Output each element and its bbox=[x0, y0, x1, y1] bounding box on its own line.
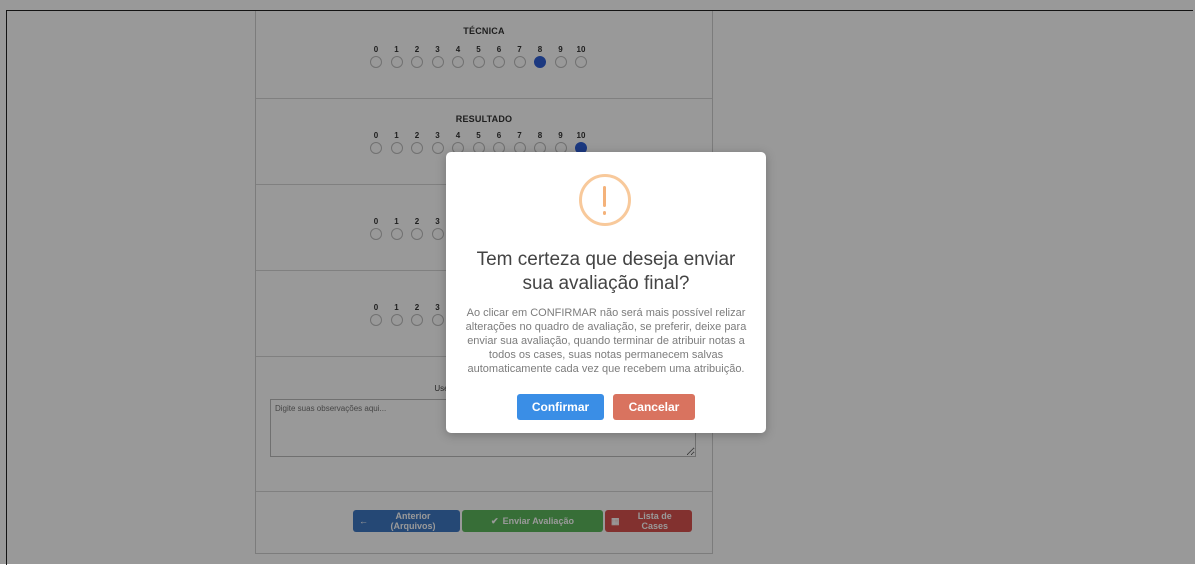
dialog-title-line: sua avaliação final? bbox=[522, 273, 690, 294]
dialog-message-line: enviar sua avaliação, quando terminar de… bbox=[467, 335, 745, 347]
cancel-button[interactable]: Cancelar bbox=[613, 394, 695, 420]
confirm-button[interactable]: Confirmar bbox=[517, 394, 604, 420]
dialog-message: Ao clicar em CONFIRMAR não será mais pos… bbox=[460, 306, 752, 376]
exclamation-icon bbox=[579, 174, 631, 226]
dialog-message-line: Ao clicar em CONFIRMAR não será mais pos… bbox=[466, 307, 746, 319]
dialog-message-line: alterações no quadro de avaliação, se pr… bbox=[465, 321, 747, 333]
dialog-message-line: todos os cases, suas notas permanecem sa… bbox=[488, 349, 724, 361]
dialog-title: Tem certeza que deseja enviar sua avalia… bbox=[446, 248, 766, 296]
dialog-title-line: Tem certeza que deseja enviar bbox=[476, 249, 736, 270]
dialog-message-line: automaticamente cada vez que recebem uma… bbox=[467, 363, 745, 375]
confirm-dialog: Tem certeza que deseja enviar sua avalia… bbox=[446, 152, 766, 433]
